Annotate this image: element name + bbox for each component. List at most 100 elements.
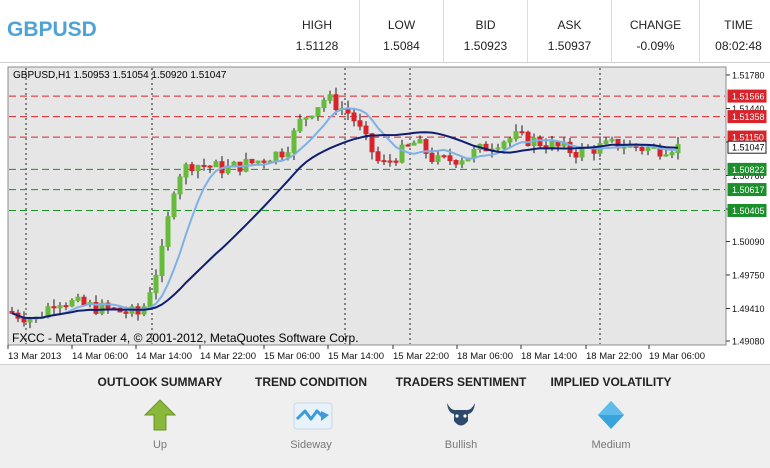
quote-change-value: -0.09%	[636, 39, 675, 53]
quote-low-value: 1.5084	[383, 39, 420, 53]
candle-body	[381, 160, 387, 163]
quote-high: HIGH 1.51128	[275, 0, 359, 62]
traders-sentiment-value: Bullish	[444, 439, 478, 451]
y-tick-label: 1.51780	[732, 71, 765, 81]
x-tick-label: 15 Mar 22:00	[393, 351, 449, 362]
x-tick-label: 14 Mar 14:00	[136, 351, 192, 362]
candle-body	[123, 311, 129, 314]
bull-icon	[443, 397, 479, 433]
candle-body	[417, 139, 423, 144]
candle-body	[645, 147, 651, 151]
x-tick-label: 19 Mar 06:00	[649, 351, 705, 362]
candle-body	[159, 245, 165, 276]
candle-body	[525, 131, 531, 147]
traders-sentiment[interactable]: TRADERS SENTIMENT Bullish	[381, 365, 541, 468]
chart-info-label: GBPUSD,H1 1.50953 1.51054 1.50920 1.5104…	[13, 70, 227, 81]
x-tick-label: 15 Mar 06:00	[264, 351, 320, 362]
candle-body	[573, 152, 579, 158]
candle-body	[387, 160, 393, 163]
candle-body	[537, 137, 543, 147]
candle-body	[285, 152, 291, 158]
candle-body	[201, 164, 207, 167]
quote-bid: BID 1.50923	[443, 0, 527, 62]
y-tick-label: 1.50090	[732, 237, 765, 247]
candle-body	[279, 151, 285, 158]
y-tick-label: 1.49410	[732, 304, 765, 314]
quote-low: LOW 1.5084	[359, 0, 443, 62]
candle-body	[405, 144, 411, 147]
candle-body	[459, 160, 465, 165]
candle-body	[27, 318, 33, 323]
candle-body	[375, 151, 381, 162]
quote-time-value: 08:02:48	[715, 39, 762, 53]
price-chart[interactable]: GBPUSD,H1 1.50953 1.51054 1.50920 1.5104…	[0, 62, 770, 362]
candle-body	[51, 306, 57, 309]
candle-body	[501, 141, 507, 149]
quote-ask-value: 1.50937	[547, 39, 592, 53]
diamond-icon	[593, 397, 629, 433]
candle-body	[81, 296, 87, 305]
outlook-summary-value: Up	[152, 439, 168, 451]
quote-high-value: 1.51128	[295, 39, 339, 53]
analysis-panel: OUTLOOK SUMMARY Up TREND CONDITION Sidew…	[0, 364, 770, 468]
candle-body	[177, 176, 183, 195]
candle-body	[303, 117, 309, 120]
quote-low-label: LOW	[387, 18, 416, 32]
candle-body	[213, 161, 219, 168]
price-tag-label: 1.50617	[732, 185, 765, 195]
candle-body	[669, 152, 675, 156]
chart-copyright: FXCC - MetaTrader 4, © 2001-2012, MetaQu…	[12, 331, 359, 345]
y-tick-label: 1.49750	[732, 270, 765, 280]
trend-condition[interactable]: TREND CONDITION Sideway	[231, 365, 391, 468]
traders-sentiment-title: TRADERS SENTIMENT	[395, 375, 527, 389]
candle-body	[291, 130, 297, 154]
quote-bid-label: BID	[475, 18, 496, 32]
candle-body	[495, 147, 501, 150]
price-tag-label: 1.51047	[732, 143, 765, 153]
candle-body	[165, 216, 171, 247]
trend-condition-value: Sideway	[290, 439, 332, 451]
candle-body	[321, 99, 327, 109]
candle-body	[297, 118, 303, 132]
candle-body	[69, 299, 75, 307]
quote-table: HIGH 1.51128 LOW 1.5084 BID 1.50923 ASK …	[275, 0, 770, 62]
candle-body	[411, 142, 417, 146]
sideway-trend-icon	[293, 397, 333, 433]
candle-body	[261, 160, 267, 163]
plot-area	[7, 66, 727, 346]
candle-body	[621, 146, 627, 149]
x-tick-label: 15 Mar 14:00	[328, 351, 384, 362]
candle-body	[171, 193, 177, 218]
candle-body	[231, 161, 237, 167]
quote-high-label: HIGH	[302, 18, 332, 32]
x-tick-label: 13 Mar 2013	[8, 351, 61, 362]
candle-body	[519, 131, 525, 134]
candle-body	[315, 107, 321, 117]
quote-change: CHANGE -0.09%	[611, 0, 699, 62]
symbol-title: GBPUSD	[7, 18, 97, 41]
implied-volatility[interactable]: IMPLIED VOLATILITY Medium	[531, 365, 691, 468]
chart-svg[interactable]: GBPUSD,H1 1.50953 1.51054 1.50920 1.5104…	[0, 63, 770, 363]
candle-body	[513, 131, 519, 140]
candle-body	[249, 158, 255, 164]
candle-body	[603, 140, 609, 145]
candle-body	[429, 152, 435, 162]
price-tag-label: 1.51566	[732, 92, 765, 102]
candle-body	[435, 155, 441, 162]
candle-body	[255, 160, 261, 164]
candle-body	[153, 274, 159, 294]
candle-body	[453, 160, 459, 165]
outlook-summary[interactable]: OUTLOOK SUMMARY Up	[80, 365, 240, 468]
candle-body	[399, 144, 405, 163]
x-tick-label: 14 Mar 22:00	[200, 351, 256, 362]
quote-ask: ASK 1.50937	[527, 0, 611, 62]
candle-body	[357, 120, 363, 127]
x-tick-label: 14 Mar 06:00	[72, 351, 128, 362]
candle-body	[609, 138, 615, 142]
up-arrow-icon	[142, 397, 178, 433]
x-axis: 13 Mar 2013 14 Mar 06:00 14 Mar 14:00 14 Ma…	[7, 345, 705, 362]
quote-bid-value: 1.50923	[463, 39, 508, 53]
price-tag-label: 1.50405	[732, 206, 765, 216]
candle-body	[363, 125, 369, 135]
candle-body	[447, 155, 453, 162]
